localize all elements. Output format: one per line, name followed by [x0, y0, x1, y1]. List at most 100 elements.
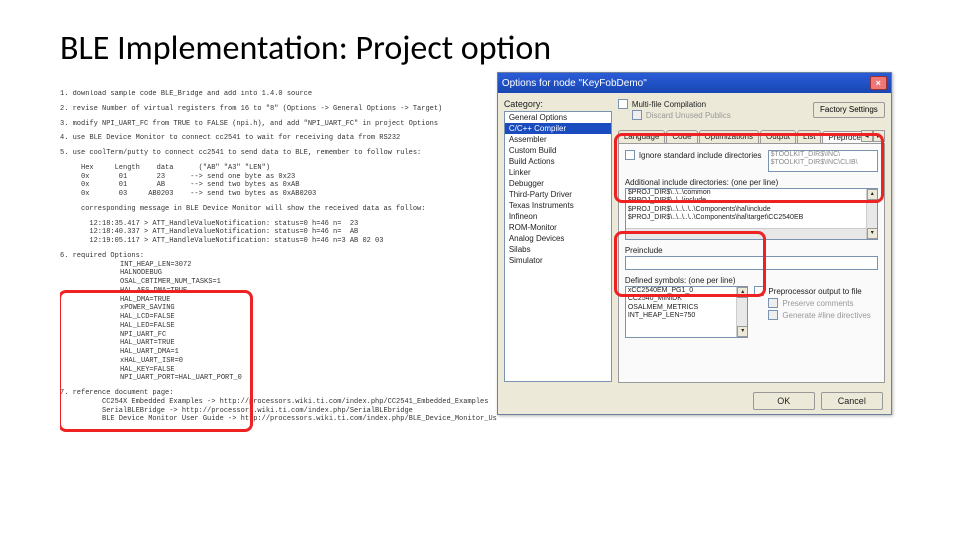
- category-item[interactable]: Silabs: [505, 244, 611, 255]
- opt-line: xPOWER_SAVING: [60, 304, 489, 313]
- category-list[interactable]: General Options C/C++ Compiler Assembler…: [504, 111, 612, 382]
- generate-line-checkbox: Generate #line directives: [754, 310, 878, 320]
- step-3: 3. modify NPI_UART_FC from TRUE to FALSE…: [60, 120, 489, 129]
- opt-line: HALNODEBUG: [60, 269, 489, 278]
- notes-pane: 1. download sample code BLE_Bridge and a…: [60, 90, 497, 510]
- step-1: 1. download sample code BLE_Bridge and a…: [60, 90, 489, 99]
- scrollbar-vertical[interactable]: ▴ ▾: [736, 287, 747, 337]
- category-item[interactable]: Build Actions: [505, 156, 611, 167]
- defined-symbols-textbox[interactable]: xCC2540EM_PG1_0 CC2540_MINIDK OSALMEM_ME…: [625, 286, 749, 338]
- opt-line: NPI_UART_PORT=HAL_UART_PORT_0: [60, 374, 489, 383]
- opt-line: HAL_UART=TRUE: [60, 339, 489, 348]
- corresponding-note: corresponding message in BLE Device Moni…: [60, 205, 489, 214]
- dialog-titlebar[interactable]: Options for node "KeyFobDemo" ×: [498, 73, 891, 93]
- category-item[interactable]: Texas Instruments: [505, 200, 611, 211]
- defined-symbols-label: Defined symbols: (one per line): [625, 276, 749, 285]
- additional-include-label: Additional include directories: (one per…: [625, 178, 878, 187]
- step-2: 2. revise Number of virtual registers fr…: [60, 105, 489, 114]
- defined-line: xCC2540EM_PG1_0: [626, 287, 748, 295]
- ref-line: SerialBLEBridge -> http://processors.wik…: [60, 407, 489, 416]
- preinclude-label: Preinclude: [625, 246, 878, 255]
- tab-scroll-left-icon[interactable]: ◂: [861, 130, 873, 142]
- page-title: BLE Implementation: Project option: [0, 0, 960, 83]
- category-item[interactable]: Debugger: [505, 178, 611, 189]
- category-label: Category:: [504, 99, 612, 109]
- cancel-button[interactable]: Cancel: [821, 392, 883, 410]
- opt-line: HAL_AES_DMA=TRUE: [60, 287, 489, 296]
- tab-bar: Language Code Optimizations Output List …: [618, 128, 885, 144]
- factory-settings-button[interactable]: Factory Settings: [813, 102, 885, 118]
- step-6: 6. required Options:: [60, 252, 489, 261]
- ignore-std-label: Ignore standard include directories: [639, 151, 762, 160]
- opt-line: HAL_KEY=FALSE: [60, 366, 489, 375]
- options-dialog: Options for node "KeyFobDemo" × Category…: [497, 72, 892, 415]
- monitor-msg-1: 12:18:35.417 > ATT_HandleValueNotificati…: [60, 220, 489, 229]
- tab-optimizations[interactable]: Optimizations: [699, 130, 759, 143]
- hex-row-3: 0x 03 AB0203 --> send two bytes as 0xAB0…: [60, 190, 489, 199]
- scroll-down-icon[interactable]: ▾: [867, 228, 878, 239]
- close-icon[interactable]: ×: [870, 76, 887, 90]
- discard-unused-checkbox: Discard Unused Publics: [618, 110, 731, 120]
- category-item-selected[interactable]: C/C++ Compiler: [505, 123, 611, 134]
- opt-line: xHAL_UART_ISR=0: [60, 357, 489, 366]
- ref-line: BLE Device Monitor User Guide -> http://…: [60, 415, 489, 424]
- ok-button[interactable]: OK: [753, 392, 815, 410]
- tab-scroll-right-icon[interactable]: ▸: [873, 130, 885, 142]
- category-item[interactable]: Assembler: [505, 134, 611, 145]
- include-line: $PROJ_DIR$\..\..\common: [626, 189, 877, 197]
- category-item[interactable]: Custom Build: [505, 145, 611, 156]
- opt-line: INT_HEAP_LEN=3072: [60, 261, 489, 270]
- opt-line: HAL_UART_DMA=1: [60, 348, 489, 357]
- opt-line: HAL_LCD=FALSE: [60, 313, 489, 322]
- discard-unused-label: Discard Unused Publics: [646, 111, 731, 120]
- scroll-up-icon[interactable]: ▴: [867, 189, 878, 200]
- scroll-up-icon[interactable]: ▴: [737, 287, 748, 298]
- std-include-value: $TOOLKIT_DIR$\INC\ $TOOLKIT_DIR$\INC\CLI…: [769, 151, 877, 168]
- generate-line-label: Generate #line directives: [782, 311, 871, 320]
- dialog-pane: Options for node "KeyFobDemo" × Category…: [497, 90, 900, 510]
- include-line: $PROJ_DIR$\..\..\..\..\Components\hal\ta…: [626, 214, 877, 222]
- opt-line: NPI_UART_FC: [60, 331, 489, 340]
- opt-line: OSAL_CBTIMER_NUM_TASKS=1: [60, 278, 489, 287]
- scrollbar-horizontal[interactable]: [626, 228, 866, 239]
- preprocessor-panel: Ignore standard include directories $TOO…: [618, 144, 885, 383]
- preprocessor-output-label: Preprocessor output to file: [768, 287, 861, 296]
- step-7: 7. reference document page:: [60, 389, 489, 398]
- content-area: 1. download sample code BLE_Bridge and a…: [60, 90, 900, 510]
- additional-include-textbox[interactable]: $PROJ_DIR$\..\..\common $PROJ_DIR$\..\..…: [625, 188, 878, 240]
- std-include-box: $TOOLKIT_DIR$\INC\ $TOOLKIT_DIR$\INC\CLI…: [768, 150, 878, 172]
- scrollbar-vertical[interactable]: ▴ ▾: [866, 189, 877, 239]
- defined-line: CC2540_MINIDK: [626, 295, 748, 303]
- ignore-std-checkbox[interactable]: Ignore standard include directories: [625, 150, 762, 160]
- category-item[interactable]: Simulator: [505, 255, 611, 266]
- step-5: 5. use coolTerm/putty to connect cc2541 …: [60, 149, 489, 158]
- monitor-msg-2: 12:18:40.337 > ATT_HandleValueNotificati…: [60, 228, 489, 237]
- tab-output[interactable]: Output: [760, 130, 796, 143]
- category-item[interactable]: Analog Devices: [505, 233, 611, 244]
- tab-language[interactable]: Language: [618, 130, 666, 143]
- category-item[interactable]: Third-Party Driver: [505, 189, 611, 200]
- tab-code[interactable]: Code: [666, 130, 697, 143]
- monitor-msg-3: 12:19:05.117 > ATT_HandleValueNotificati…: [60, 237, 489, 246]
- dialog-body: Category: General Options C/C++ Compiler…: [498, 93, 891, 414]
- preprocessor-output-checkbox[interactable]: Preprocessor output to file: [754, 286, 878, 296]
- preserve-comments-checkbox: Preserve comments: [754, 298, 878, 308]
- opt-line: HAL_LED=FALSE: [60, 322, 489, 331]
- include-line: $PROJ_DIR$\..\..\..\..\Components\hal\in…: [626, 206, 877, 214]
- category-item[interactable]: General Options: [505, 112, 611, 123]
- defined-line: INT_HEAP_LEN=750: [626, 312, 748, 320]
- dialog-title: Options for node "KeyFobDemo": [502, 78, 647, 89]
- opt-line: HAL_DMA=TRUE: [60, 296, 489, 305]
- hex-header: Hex Length data ("AB" "A3" "LEN"): [60, 164, 489, 173]
- ref-line: CC254X Embedded Examples -> http://proce…: [60, 398, 489, 407]
- multifile-label: Multi-file Compilation: [632, 100, 706, 109]
- tab-list[interactable]: List: [797, 130, 821, 143]
- preserve-comments-label: Preserve comments: [782, 299, 853, 308]
- category-item[interactable]: ROM-Monitor: [505, 222, 611, 233]
- category-item[interactable]: Linker: [505, 167, 611, 178]
- multifile-checkbox[interactable]: Multi-file Compilation: [618, 99, 731, 109]
- preinclude-textbox[interactable]: [625, 256, 878, 270]
- scroll-down-icon[interactable]: ▾: [737, 326, 748, 337]
- hex-row-2: 0x 01 AB --> send two bytes as 0xAB: [60, 181, 489, 190]
- category-item[interactable]: Infineon: [505, 211, 611, 222]
